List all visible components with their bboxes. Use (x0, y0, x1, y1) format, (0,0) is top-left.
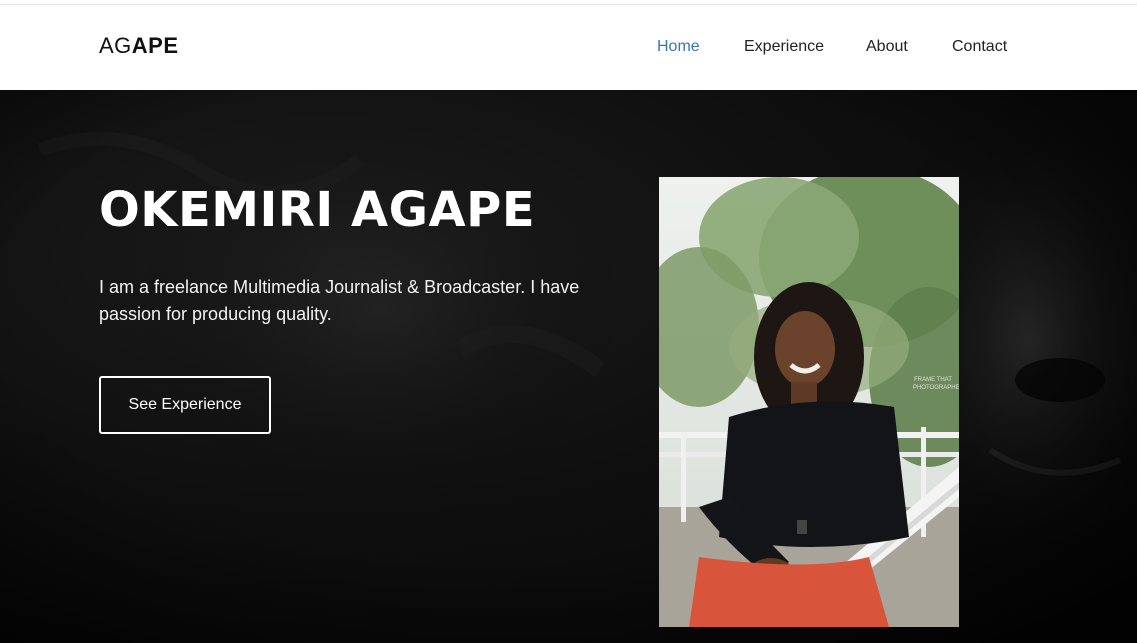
nav-about-link[interactable]: About (866, 38, 908, 56)
see-experience-button[interactable]: See Experience (99, 376, 271, 434)
nav-experience-link[interactable]: Experience (744, 38, 824, 56)
nav-home-link[interactable]: Home (657, 38, 700, 56)
logo-bold-text: APE (131, 33, 179, 58)
hero-description: I am a freelance Multimedia Journalist &… (99, 277, 580, 324)
navbar: AGAPE Home Experience About Contact (0, 5, 1137, 90)
hero-section: OKEMIRI AGAPE I am a freelance Multimedi… (0, 90, 1137, 643)
nav-contact-link[interactable]: Contact (952, 38, 1007, 56)
profile-photo-illustration (659, 177, 959, 627)
logo-light-text: AG (99, 33, 132, 58)
profile-photo: FRAME THAT PHOTOGRAPHER (659, 177, 959, 627)
photo-watermark: FRAME THAT PHOTOGRAPHER (913, 377, 959, 391)
hero-background-texture (0, 90, 1137, 643)
site-logo[interactable]: AGAPE (99, 33, 179, 59)
hero-title: OKEMIRI AGAPE (99, 182, 536, 238)
